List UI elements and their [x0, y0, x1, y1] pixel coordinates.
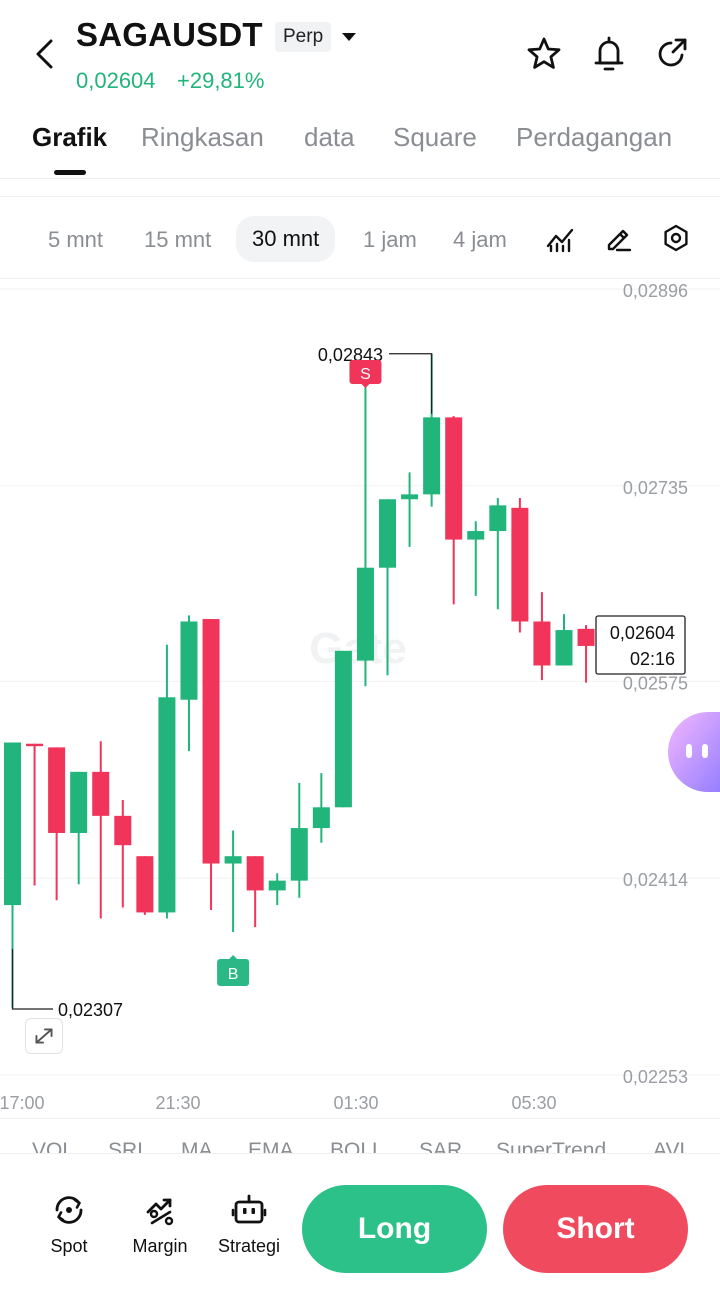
interval-1h[interactable]: 1 jam [363, 222, 417, 258]
y-tick-label: 0,02735 [623, 478, 688, 498]
margin-icon [146, 1198, 174, 1226]
candle-body [379, 499, 397, 568]
interval-4h[interactable]: 4 jam [453, 222, 507, 258]
y-tick-label: 0,02896 [623, 281, 688, 301]
candle-body [312, 807, 330, 829]
tab-chart[interactable]: Grafik [32, 122, 107, 153]
bell-icon[interactable] [590, 34, 628, 74]
candle-body [290, 828, 308, 881]
divider [0, 196, 720, 197]
strategy-bot-icon [231, 1194, 267, 1224]
share-icon[interactable] [653, 35, 691, 73]
short-button[interactable]: Short [503, 1185, 688, 1273]
tab-summary[interactable]: Ringkasan [141, 122, 264, 153]
candle-body [136, 856, 154, 913]
price-change-percent: +29,81% [177, 68, 265, 93]
y-tick-label: 0,02414 [623, 870, 688, 890]
x-tick-label: 01:30 [333, 1093, 378, 1113]
indicator-icon[interactable] [545, 224, 575, 254]
x-tick-label: 17:00 [0, 1093, 45, 1113]
back-arrow-icon[interactable] [28, 36, 64, 72]
interval-5m[interactable]: 5 mnt [48, 222, 103, 258]
contract-type-badge[interactable]: Perp [275, 22, 332, 52]
low-marker-line [11, 948, 53, 1010]
candle-body [489, 505, 507, 532]
x-tick-label: 05:30 [511, 1093, 556, 1113]
candle-body [114, 815, 132, 846]
sell-marker-label: S [360, 366, 371, 383]
candle-body [202, 619, 220, 864]
candle-body [356, 567, 374, 661]
candle-body [423, 417, 441, 495]
candlestick-chart[interactable]: Gate 0,028430,02307SB0,0260402:16 0,0289… [0, 279, 720, 1119]
candle-body [92, 771, 110, 816]
settings-icon[interactable] [661, 223, 691, 253]
high-marker-line [389, 353, 433, 414]
active-tab-indicator [54, 170, 86, 175]
candle-body [467, 531, 485, 540]
candle-body [158, 697, 176, 913]
candle-body [70, 771, 88, 833]
tab-data[interactable]: data [304, 122, 355, 153]
candle-body [246, 856, 264, 891]
tab-trades[interactable]: Perdagangan [516, 122, 672, 153]
interval-30m[interactable]: 30 mnt [236, 216, 336, 262]
candle-body [48, 747, 66, 833]
candle-body [180, 621, 198, 700]
candle-body [511, 507, 529, 622]
low-price-marker: 0,02307 [58, 1000, 123, 1020]
nav-strategy-label: Strategi [217, 1236, 281, 1256]
nav-spot[interactable]: Spot [39, 1192, 99, 1257]
candle-body [4, 742, 21, 906]
expand-chart-icon[interactable] [25, 1018, 63, 1054]
draw-icon[interactable] [603, 223, 633, 253]
tab-square[interactable]: Square [393, 122, 477, 153]
candle-countdown: 02:16 [630, 649, 675, 669]
divider [0, 1118, 720, 1119]
nav-strategy[interactable]: Strategi [210, 1192, 288, 1257]
caret-down-icon[interactable] [340, 30, 358, 44]
assistant-bubble-icon[interactable] [668, 712, 720, 792]
candle-body [26, 743, 44, 747]
candle-body [224, 856, 242, 864]
candle-body [445, 417, 463, 540]
star-icon[interactable] [525, 35, 563, 73]
long-button[interactable]: Long [302, 1185, 487, 1273]
spot-icon [55, 1196, 83, 1224]
candle-body [555, 630, 573, 666]
buy-marker-label: B [228, 966, 239, 983]
y-tick-label: 0,02575 [623, 673, 688, 693]
nav-margin[interactable]: Margin [124, 1192, 196, 1257]
symbol-title: SAGAUSDT [76, 16, 263, 53]
candle-body [577, 628, 595, 646]
current-price-label: 0,02604 [610, 623, 675, 643]
candle-body [533, 621, 551, 666]
candle-body [401, 494, 419, 500]
y-tick-label: 0,02253 [623, 1067, 688, 1087]
nav-margin-label: Margin [132, 1236, 188, 1256]
candle-body [268, 880, 286, 891]
interval-15m[interactable]: 15 mnt [144, 222, 211, 258]
nav-spot-label: Spot [50, 1236, 88, 1256]
last-price: 0,02604 [76, 68, 156, 93]
divider [0, 178, 720, 179]
candle-body [334, 650, 352, 808]
x-tick-label: 21:30 [155, 1093, 200, 1113]
